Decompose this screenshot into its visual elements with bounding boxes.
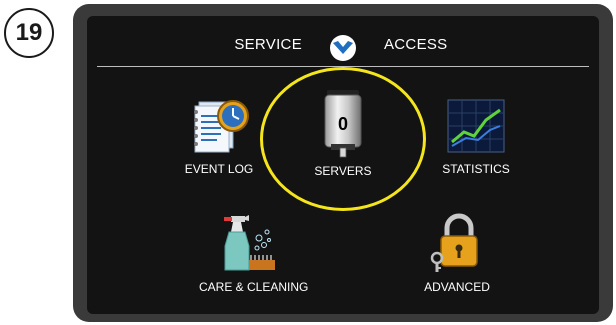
servers-label: SERVERS bbox=[314, 164, 372, 178]
brand-logo-icon bbox=[329, 34, 357, 62]
advanced-label: ADVANCED bbox=[424, 280, 490, 294]
cleaning-spray-icon bbox=[199, 212, 299, 274]
menu-tile-advanced[interactable]: ADVANCED bbox=[417, 212, 497, 294]
menu-tile-event-log[interactable]: EVENT LOG bbox=[179, 96, 259, 176]
step-number: 19 bbox=[15, 19, 43, 46]
server-count: 0 bbox=[337, 114, 348, 134]
header-service-text: SERVICE bbox=[234, 36, 302, 53]
event-log-icon bbox=[179, 96, 259, 156]
menu-tile-care-cleaning[interactable]: CARE & CLEANING bbox=[199, 212, 309, 294]
menu-tile-statistics[interactable]: STATISTICS bbox=[436, 96, 516, 176]
screen-header: SERVICE ACCESS bbox=[87, 34, 599, 61]
padlock-key-icon bbox=[417, 212, 497, 274]
menu-tile-servers[interactable]: 0 SERVERS bbox=[303, 88, 383, 178]
statistics-chart-icon bbox=[436, 96, 516, 156]
server-icon: 0 bbox=[321, 88, 365, 158]
care-cleaning-label: CARE & CLEANING bbox=[199, 280, 309, 294]
statistics-label: STATISTICS bbox=[442, 162, 510, 176]
event-log-label: EVENT LOG bbox=[184, 162, 254, 176]
device-bezel: SERVICE ACCESS EVENT LOG 0 SERVERS STATI… bbox=[73, 4, 613, 322]
step-number-badge: 19 bbox=[4, 8, 54, 58]
touch-screen: SERVICE ACCESS EVENT LOG 0 SERVERS STATI… bbox=[87, 16, 599, 314]
header-divider bbox=[97, 66, 589, 67]
header-access-text: ACCESS bbox=[384, 36, 448, 53]
